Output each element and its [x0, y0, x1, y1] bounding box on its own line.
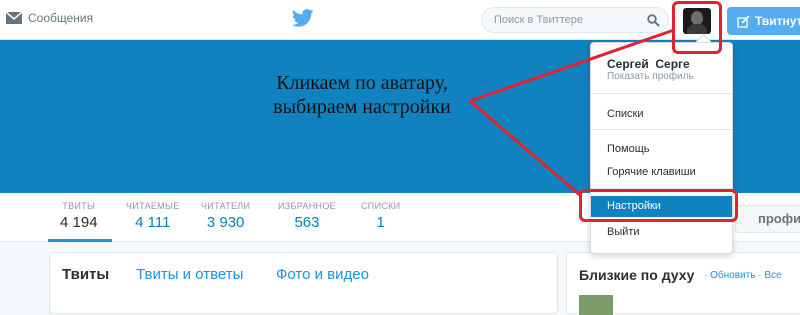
annotation-arrows: [469, 28, 675, 198]
arrow-to-settings: [469, 99, 582, 198]
arrow-to-avatar: [469, 28, 675, 103]
